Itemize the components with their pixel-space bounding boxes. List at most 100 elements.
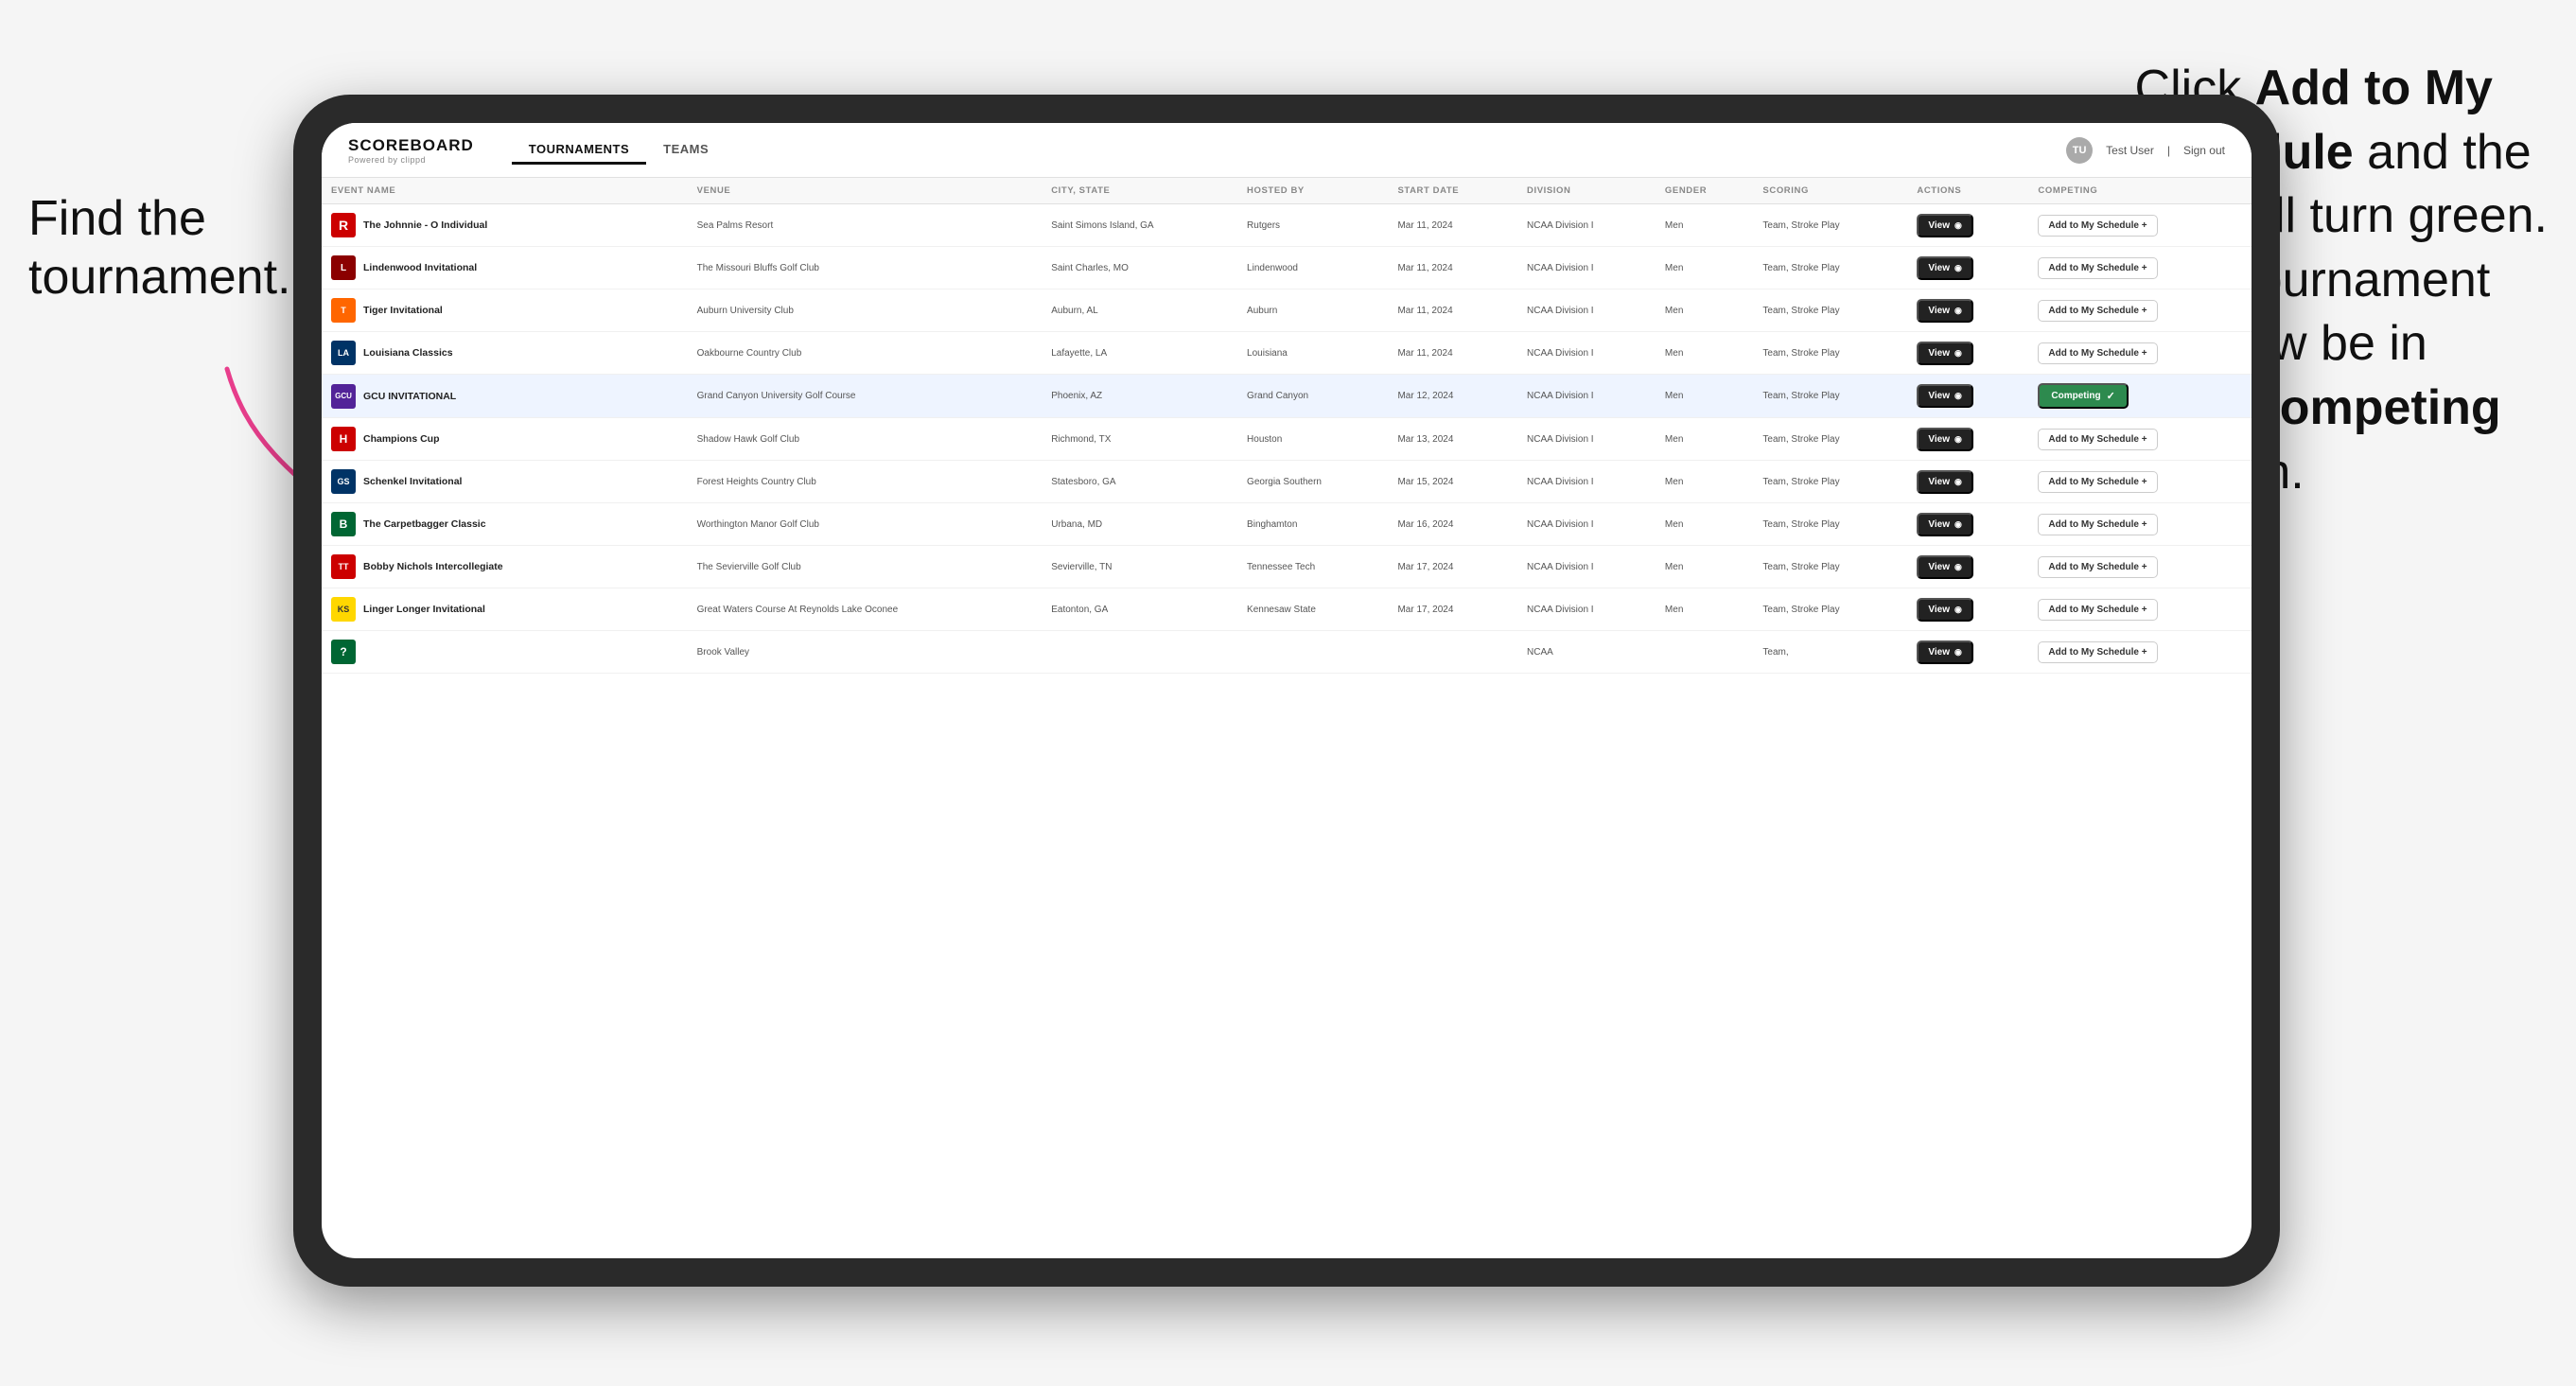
hosted-by-cell: Auburn <box>1237 289 1388 332</box>
actions-cell: View ◉ <box>1907 204 2028 247</box>
view-button[interactable]: View ◉ <box>1917 598 1972 622</box>
city-state-cell: Sevierville, TN <box>1042 546 1237 588</box>
competing-cell: Competing ✓ <box>2028 375 2252 418</box>
start-date-cell: Mar 11, 2024 <box>1388 289 1517 332</box>
gender-cell: Men <box>1656 503 1754 546</box>
hosted-by-cell: Kennesaw State <box>1237 588 1388 631</box>
gender-cell: Men <box>1656 332 1754 375</box>
division-cell: NCAA Division I <box>1517 461 1656 503</box>
city-state-cell: Statesboro, GA <box>1042 461 1237 503</box>
event-name: Bobby Nichols Intercollegiate <box>363 561 503 572</box>
gender-cell: Men <box>1656 204 1754 247</box>
gender-cell: Men <box>1656 289 1754 332</box>
actions-cell: View ◉ <box>1907 546 2028 588</box>
team-logo: KS <box>331 597 356 622</box>
competing-cell: Add to My Schedule + <box>2028 418 2252 461</box>
actions-cell: View ◉ <box>1907 588 2028 631</box>
division-cell: NCAA Division I <box>1517 418 1656 461</box>
signout-link[interactable]: Sign out <box>2183 144 2225 157</box>
start-date-cell: Mar 12, 2024 <box>1388 375 1517 418</box>
actions-cell: View ◉ <box>1907 332 2028 375</box>
scoring-cell: Team, Stroke Play <box>1753 503 1907 546</box>
scoring-cell: Team, Stroke Play <box>1753 247 1907 289</box>
view-button[interactable]: View ◉ <box>1917 256 1972 280</box>
scoring-cell: Team, Stroke Play <box>1753 546 1907 588</box>
actions-cell: View ◉ <box>1907 247 2028 289</box>
table-row: GCU GCU INVITATIONAL Grand Canyon Univer… <box>322 375 2252 418</box>
add-to-schedule-button[interactable]: Add to My Schedule + <box>2038 471 2157 493</box>
scoring-cell: Team, Stroke Play <box>1753 588 1907 631</box>
view-button[interactable]: View ◉ <box>1917 214 1972 237</box>
venue-cell: Forest Heights Country Club <box>688 461 1043 503</box>
add-to-schedule-button[interactable]: Add to My Schedule + <box>2038 300 2157 322</box>
view-button[interactable]: View ◉ <box>1917 640 1972 664</box>
division-cell: NCAA <box>1517 631 1656 674</box>
team-logo: L <box>331 255 356 280</box>
view-button[interactable]: View ◉ <box>1917 428 1972 451</box>
division-cell: NCAA Division I <box>1517 289 1656 332</box>
table-row: T Tiger Invitational Auburn University C… <box>322 289 2252 332</box>
scoring-cell: Team, <box>1753 631 1907 674</box>
scoring-cell: Team, Stroke Play <box>1753 375 1907 418</box>
view-button[interactable]: View ◉ <box>1917 555 1972 579</box>
add-to-schedule-button[interactable]: Add to My Schedule + <box>2038 215 2157 237</box>
header-right: TU Test User | Sign out <box>2066 137 2225 164</box>
add-to-schedule-button[interactable]: Add to My Schedule + <box>2038 514 2157 535</box>
add-to-schedule-button[interactable]: Add to My Schedule + <box>2038 641 2157 663</box>
add-to-schedule-button[interactable]: Add to My Schedule + <box>2038 429 2157 450</box>
tab-tournaments[interactable]: TOURNAMENTS <box>512 136 646 165</box>
division-cell: NCAA Division I <box>1517 546 1656 588</box>
gender-cell: Men <box>1656 546 1754 588</box>
division-cell: NCAA Division I <box>1517 247 1656 289</box>
venue-cell: The Sevierville Golf Club <box>688 546 1043 588</box>
eye-icon: ◉ <box>1954 519 1962 530</box>
col-hosted-by: HOSTED BY <box>1237 178 1388 204</box>
eye-icon: ◉ <box>1954 605 1962 615</box>
hosted-by-cell: Lindenwood <box>1237 247 1388 289</box>
table-row: R The Johnnie - O Individual Sea Palms R… <box>322 204 2252 247</box>
venue-cell: Sea Palms Resort <box>688 204 1043 247</box>
add-to-schedule-button[interactable]: Add to My Schedule + <box>2038 556 2157 578</box>
eye-icon: ◉ <box>1954 306 1962 316</box>
view-button[interactable]: View ◉ <box>1917 513 1972 536</box>
team-logo: GS <box>331 469 356 494</box>
view-button[interactable]: View ◉ <box>1917 470 1972 494</box>
user-label: Test User <box>2106 144 2154 157</box>
start-date-cell: Mar 11, 2024 <box>1388 204 1517 247</box>
venue-cell: Brook Valley <box>688 631 1043 674</box>
eye-icon: ◉ <box>1954 562 1962 572</box>
city-state-cell: Richmond, TX <box>1042 418 1237 461</box>
tab-teams[interactable]: TEAMS <box>646 136 726 165</box>
event-name: Louisiana Classics <box>363 347 453 359</box>
app-header: SCOREBOARD Powered by clippd TOURNAMENTS… <box>322 123 2252 178</box>
team-logo: TT <box>331 554 356 579</box>
division-cell: NCAA Division I <box>1517 375 1656 418</box>
tournaments-table: EVENT NAME VENUE CITY, STATE HOSTED BY S… <box>322 178 2252 674</box>
scoring-cell: Team, Stroke Play <box>1753 332 1907 375</box>
city-state-cell <box>1042 631 1237 674</box>
eye-icon: ◉ <box>1954 477 1962 487</box>
team-logo: R <box>331 213 356 237</box>
event-name: The Johnnie - O Individual <box>363 219 487 231</box>
table-row: TT Bobby Nichols Intercollegiate The Sev… <box>322 546 2252 588</box>
col-competing: COMPETING <box>2028 178 2252 204</box>
col-scoring: SCORING <box>1753 178 1907 204</box>
actions-cell: View ◉ <box>1907 503 2028 546</box>
competing-button[interactable]: Competing ✓ <box>2038 383 2128 409</box>
eye-icon: ◉ <box>1954 647 1962 658</box>
add-to-schedule-button[interactable]: Add to My Schedule + <box>2038 599 2157 621</box>
logo-sub: Powered by clippd <box>348 155 474 165</box>
add-to-schedule-button[interactable]: Add to My Schedule + <box>2038 257 2157 279</box>
add-to-schedule-button[interactable]: Add to My Schedule + <box>2038 342 2157 364</box>
view-button[interactable]: View ◉ <box>1917 299 1972 323</box>
city-state-cell: Saint Simons Island, GA <box>1042 204 1237 247</box>
actions-cell: View ◉ <box>1907 461 2028 503</box>
view-button[interactable]: View ◉ <box>1917 342 1972 365</box>
logo-area: SCOREBOARD Powered by clippd <box>348 136 474 165</box>
col-venue: VENUE <box>688 178 1043 204</box>
view-button[interactable]: View ◉ <box>1917 384 1972 408</box>
annotation-left: Find the tournament. <box>28 189 291 307</box>
division-cell: NCAA Division I <box>1517 332 1656 375</box>
eye-icon: ◉ <box>1954 263 1962 273</box>
start-date-cell: Mar 16, 2024 <box>1388 503 1517 546</box>
